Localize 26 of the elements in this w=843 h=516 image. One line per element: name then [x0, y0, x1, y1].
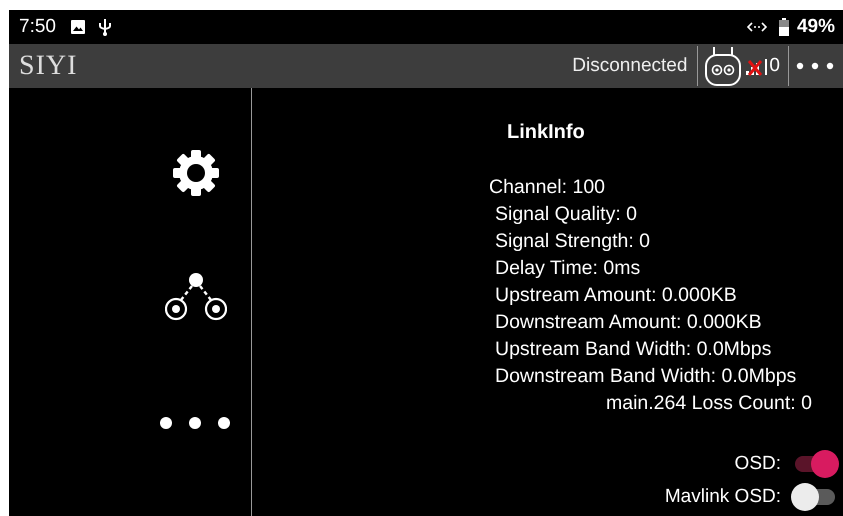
battery-percentage: 49%	[796, 16, 835, 38]
more-icon[interactable]	[795, 62, 835, 70]
info-line: Signal Strength: 0	[495, 229, 652, 254]
info-line: Downstream Band Width: 0.0Mbps	[495, 364, 798, 389]
info-line: Channel: 100	[489, 175, 606, 200]
info-line: Delay Time: 0ms	[495, 256, 642, 281]
image-icon	[70, 19, 86, 35]
toggle-label: OSD:	[734, 452, 781, 474]
info-line: Upstream Band Width: 0.0Mbps	[495, 337, 772, 362]
toggle-label: Mavlink OSD:	[664, 486, 781, 508]
settings-icon[interactable]	[171, 148, 221, 198]
logo: SIYI	[19, 50, 78, 82]
signal-count: 0	[769, 55, 780, 77]
section-title: LinkInfo	[507, 121, 586, 144]
battery-icon	[778, 18, 789, 36]
clock-time: 7:50	[19, 16, 56, 38]
remote-controller-icon[interactable]	[703, 45, 744, 87]
more-icon[interactable]	[159, 416, 231, 430]
info-line: Signal Quality: 0	[495, 202, 638, 227]
data-transfer-icon	[746, 21, 767, 33]
network-nodes-icon[interactable]	[165, 272, 227, 322]
connection-status: Disconnected	[572, 55, 688, 77]
info-line: Downstream Amount: 0.000KB	[495, 310, 763, 335]
usb-icon	[98, 18, 112, 36]
info-line: main.264 Loss Count: 0	[606, 391, 813, 416]
info-line: Upstream Amount: 0.000KB	[495, 283, 738, 308]
